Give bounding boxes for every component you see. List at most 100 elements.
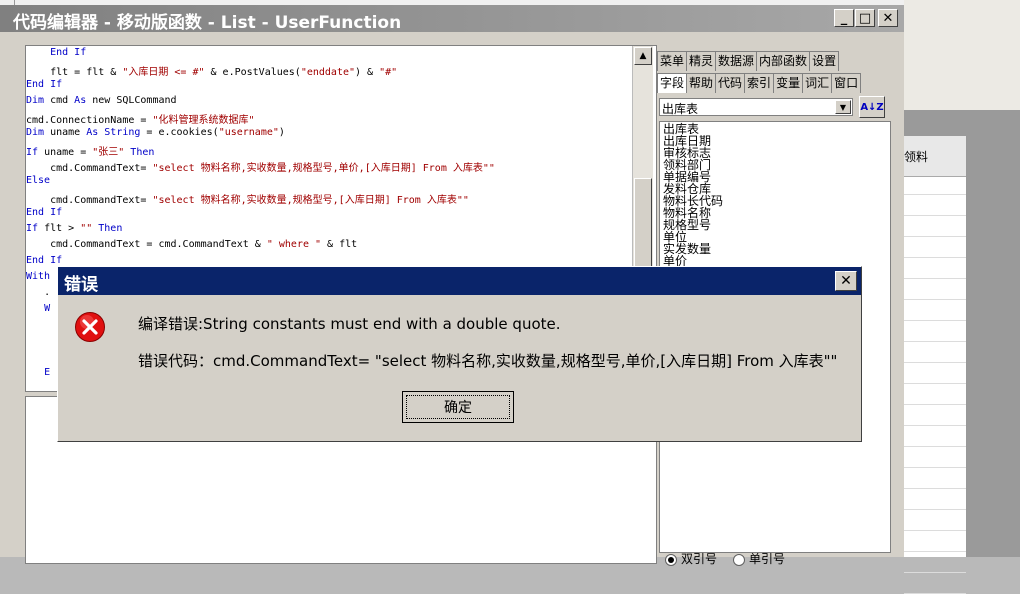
code-token: "enddate" [300, 67, 356, 78]
maximize-button[interactable]: □ [855, 9, 875, 27]
code-token: As [74, 95, 87, 106]
code-token: "select 物料名称,实收数量,规格型号,单价,[入库日期] From 入库… [152, 163, 495, 174]
background-grid-row [904, 446, 966, 447]
background-grid-row [904, 215, 966, 216]
code-line: If flt > "" Then [26, 223, 122, 234]
code-token: flt > [38, 223, 81, 234]
tab-tabs_row1-1[interactable]: 精灵 [686, 51, 717, 71]
background-grid-row [904, 257, 966, 258]
tab-tabs_row2-0[interactable]: 字段 [657, 73, 688, 93]
background-grid-row [904, 425, 966, 426]
background-grid-row [904, 194, 966, 195]
tab-tabs_row2-3[interactable]: 索引 [744, 73, 775, 93]
code-line: Dim uname As String = e.cookies("usernam… [26, 127, 285, 138]
code-token: " where " [266, 239, 322, 250]
panel-tabs-row2: 字段 帮助 代码 索引 变量 词汇 窗口 [657, 73, 862, 93]
error-icon [75, 312, 105, 342]
code-line: Dim cmd As new SQLCommand [26, 95, 177, 106]
background-grid-row [904, 383, 966, 384]
code-token: With [26, 271, 51, 282]
code-line: flt = flt & "入库日期 <= #" & e.PostValues("… [26, 63, 397, 78]
double-quote-label: 双引号 [681, 552, 718, 566]
code-line: If uname = "张三" Then [26, 143, 154, 158]
table-select-value: 出库表 [662, 102, 699, 116]
background-grid-row [904, 320, 966, 321]
tab-tabs_row2-2[interactable]: 代码 [715, 73, 746, 93]
tab-tabs_row1-3[interactable]: 内部函数 [756, 51, 811, 71]
code-token: If [26, 223, 39, 234]
code-token: "#" [379, 67, 398, 78]
sort-button[interactable]: A↓Z [859, 96, 885, 118]
single-quote-label: 单引号 [749, 552, 786, 566]
ok-button[interactable]: 确定 [402, 391, 514, 423]
code-token: W [44, 303, 51, 314]
code-token: Then [92, 223, 123, 234]
background-grid-header: 领料 [904, 136, 966, 177]
code-token: "select 物料名称,实收数量,规格型号,[入库日期] From 入库表"" [152, 195, 469, 206]
background-grid-row [904, 488, 966, 489]
code-token: ) [278, 127, 285, 138]
code-token: "" [80, 223, 93, 234]
code-token: cmd.CommandText = cmd.CommandText & [50, 239, 267, 250]
code-token: cmd.CommandText= [50, 163, 153, 174]
code-token: End If [50, 47, 87, 58]
minimize-button[interactable]: _ [834, 9, 854, 27]
table-select[interactable]: 出库表 ▼ [659, 98, 853, 116]
background-grid-row [904, 509, 966, 510]
radio-single-icon [733, 553, 746, 566]
background-grid-row [904, 236, 966, 237]
tab-tabs_row1-2[interactable]: 数据源 [715, 51, 758, 71]
error-message: 编译错误:String constants must end with a do… [138, 315, 561, 333]
scroll-up-arrow-icon[interactable]: ▲ [634, 47, 652, 65]
chevron-down-icon[interactable]: ▼ [835, 100, 851, 114]
code-token: & flt [321, 239, 358, 250]
code-line: With [26, 271, 50, 282]
tab-tabs_row2-6[interactable]: 窗口 [831, 73, 862, 93]
code-token: & e.PostValues( [204, 67, 301, 78]
grid-header-label: 领料 [904, 150, 929, 164]
tab-tabs_row2-4[interactable]: 变量 [773, 73, 804, 93]
background-grid-row [904, 341, 966, 342]
code-token: cmd.CommandText= [50, 195, 153, 206]
code-token: "张三" [92, 147, 125, 158]
background-grid-row [904, 572, 966, 573]
code-token: "username" [218, 127, 279, 138]
code-token: As String [86, 127, 141, 138]
tab-tabs_row2-1[interactable]: 帮助 [686, 73, 717, 93]
background-grid-row [904, 362, 966, 363]
code-line: cmd.CommandText = cmd.CommandText & " wh… [26, 239, 357, 250]
single-quote-option[interactable]: 单引号 [733, 550, 785, 567]
code-line: W [26, 303, 50, 314]
background-grid-row [904, 467, 966, 468]
double-quote-option[interactable]: 双引号 [665, 550, 717, 567]
code-line: . [26, 287, 50, 298]
code-token: E [44, 367, 51, 378]
tab-tabs_row1-0[interactable]: 菜单 [657, 51, 688, 71]
background-grid-row [904, 551, 966, 552]
code-token: cmd [44, 95, 75, 106]
window-titlebar: 代码编辑器 - 移动版函数 - List - UserFunction _ □ … [0, 5, 904, 33]
code-line: cmd.CommandText= "select 物料名称,实收数量,规格型号,… [26, 159, 495, 174]
code-token: End If [26, 79, 63, 90]
code-token: flt = flt & [50, 67, 123, 78]
dialog-close-button[interactable]: ✕ [835, 271, 857, 291]
background-grid [904, 136, 967, 594]
tab-tabs_row2-5[interactable]: 词汇 [802, 73, 833, 93]
code-token: End If [26, 255, 63, 266]
code-token: uname = [38, 147, 93, 158]
code-line: cmd.CommandText= "select 物料名称,实收数量,规格型号,… [26, 191, 469, 206]
code-line: E [26, 367, 50, 378]
radio-double-icon [665, 553, 677, 566]
code-token: Dim [26, 127, 45, 138]
close-button[interactable]: ✕ [878, 9, 898, 27]
focus-rect [406, 395, 510, 419]
code-line: End If [26, 207, 62, 218]
background-grid-row [904, 530, 966, 531]
quote-options: 双引号 单引号 [665, 550, 785, 567]
tab-tabs_row1-4[interactable]: 设置 [809, 51, 840, 71]
code-token: uname [44, 127, 87, 138]
scroll-thumb[interactable] [634, 178, 652, 268]
window-title: 代码编辑器 - 移动版函数 - List - UserFunction [13, 13, 402, 33]
code-token: "化料管理系统数据库" [152, 115, 255, 126]
code-token: Then [124, 147, 155, 158]
